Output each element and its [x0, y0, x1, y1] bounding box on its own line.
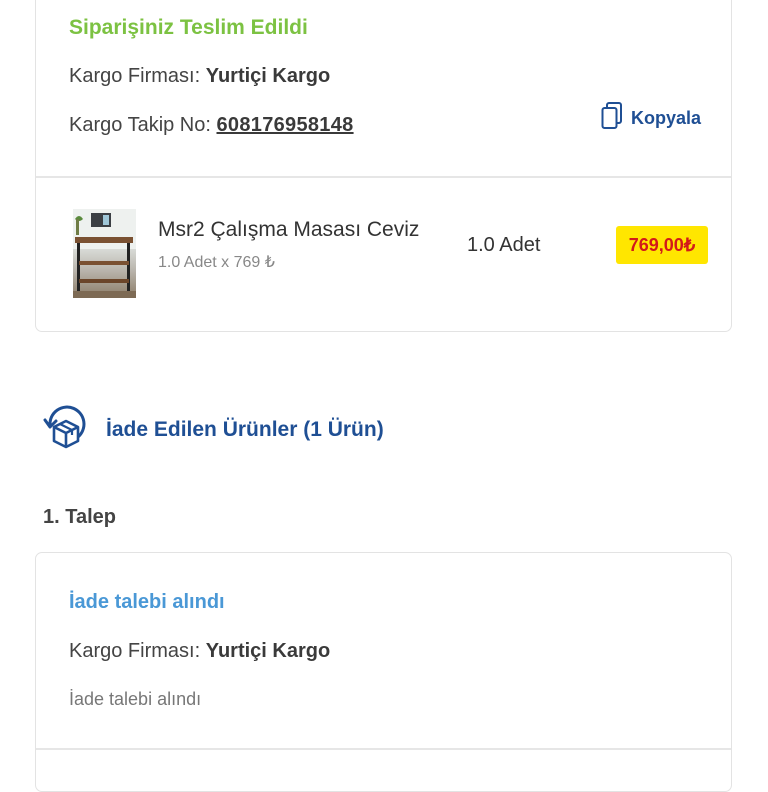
product-unit-price: 1.0 Adet x 769 ₺	[158, 254, 275, 271]
return-status-title: İade talebi alındı	[69, 591, 225, 613]
returns-section-title: İade Edilen Ürünler (1 Ürün)	[106, 417, 384, 441]
return-carrier-row: Kargo Firması: Yurtiçi Kargo	[69, 640, 330, 663]
copy-label: Kopyala	[630, 108, 701, 128]
carrier-label: Kargo Firması:	[69, 65, 201, 87]
card-divider	[36, 748, 731, 750]
copy-icon	[601, 102, 623, 135]
returns-section-header[interactable]: İade Edilen Ürünler (1 Ürün)	[42, 403, 384, 456]
return-box-icon	[42, 403, 92, 456]
return-request-card: İade talebi alındı Kargo Firması: Yurtiç…	[35, 552, 732, 792]
return-carrier-label: Kargo Firması:	[69, 640, 201, 662]
tracking-number-link[interactable]: 608176958148	[217, 114, 354, 136]
return-carrier-value: Yurtiçi Kargo	[205, 640, 331, 662]
card-divider	[36, 176, 731, 178]
copy-tracking-button[interactable]: Kopyala	[601, 102, 701, 135]
product-name[interactable]: Msr2 Çalışma Masası Ceviz	[158, 218, 419, 242]
tracking-row: Kargo Takip No: 608176958148	[69, 114, 354, 137]
delivery-card: Siparişiniz Teslim Edildi Kargo Firması:…	[35, 0, 732, 332]
carrier-row: Kargo Firması: Yurtiçi Kargo	[69, 65, 330, 88]
carrier-value: Yurtiçi Kargo	[205, 65, 331, 87]
return-status-note: İade talebi alındı	[69, 689, 202, 709]
delivery-status-title: Siparişiniz Teslim Edildi	[69, 16, 308, 39]
request-number-label: 1. Talep	[43, 506, 116, 528]
tracking-label: Kargo Takip No:	[69, 114, 211, 136]
product-price-badge: 769,00₺	[616, 226, 708, 264]
desk-product-image[interactable]	[73, 209, 136, 298]
product-quantity: 1.0 Adet	[467, 234, 541, 256]
